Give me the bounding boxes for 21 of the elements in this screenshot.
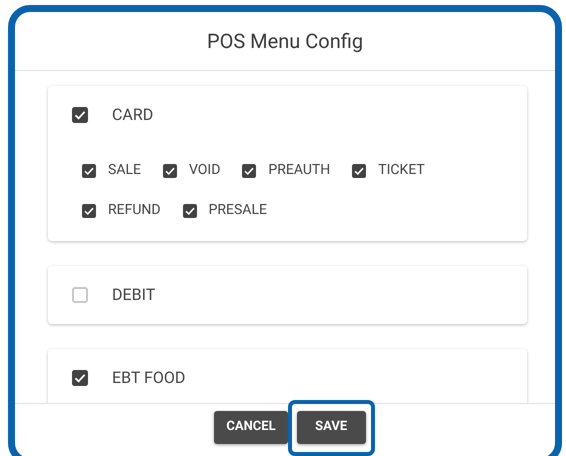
dialog-title: POS Menu Config — [206, 28, 364, 55]
option-label: CARD — [112, 104, 154, 126]
checkbox[interactable] — [72, 107, 88, 123]
checkbox[interactable] — [72, 370, 88, 386]
checkbox[interactable] — [242, 164, 256, 178]
checkbox[interactable] — [72, 287, 88, 303]
save-button[interactable]: SAVE — [296, 410, 366, 444]
checkbox[interactable] — [82, 204, 96, 218]
option-label: SALE — [108, 161, 141, 180]
checkbox[interactable] — [352, 164, 366, 178]
option-label: EBT FOOD — [112, 367, 186, 389]
option-label: TICKET — [378, 161, 425, 180]
option-label: VOID — [188, 161, 220, 180]
option-label: DEBIT — [112, 284, 156, 306]
option-label: PRESALE — [208, 201, 267, 220]
checkbox[interactable] — [182, 204, 197, 218]
cancel-button[interactable]: CANCEL — [214, 410, 288, 444]
checkbox[interactable] — [82, 164, 96, 178]
option-label: PREAUTH — [268, 161, 330, 180]
checkbox[interactable] — [162, 164, 177, 178]
option-label: REFUND — [108, 201, 161, 220]
